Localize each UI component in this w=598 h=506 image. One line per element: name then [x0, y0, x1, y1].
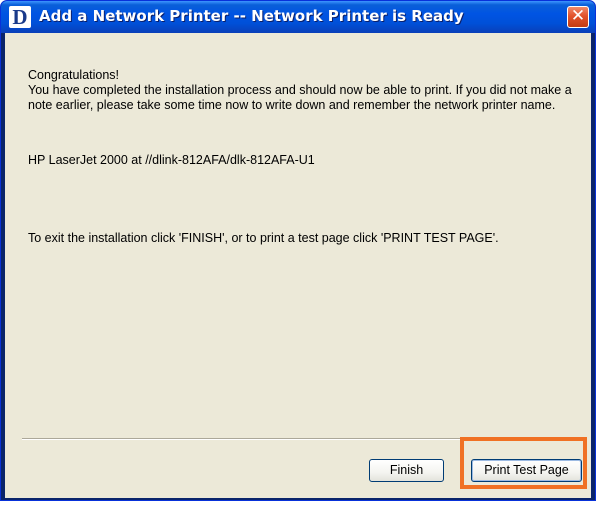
- title-bar[interactable]: D Add a Network Printer -- Network Print…: [1, 1, 595, 33]
- close-button[interactable]: ✕: [567, 6, 589, 28]
- dialog-body: Congratulations! You have completed the …: [5, 33, 591, 498]
- instructions-text: To exit the installation click 'FINISH',…: [28, 231, 499, 245]
- dlink-logo-icon: D: [9, 6, 31, 28]
- separator-line: [22, 438, 587, 440]
- dialog-window: D Add a Network Printer -- Network Print…: [0, 0, 596, 501]
- finish-button[interactable]: Finish: [369, 459, 444, 482]
- printer-name-text: HP LaserJet 2000 at //dlink-812AFA/dlk-8…: [28, 153, 315, 167]
- window-title: Add a Network Printer -- Network Printer…: [39, 7, 464, 25]
- congratulations-message: Congratulations! You have completed the …: [28, 68, 572, 112]
- print-test-page-button[interactable]: Print Test Page: [471, 459, 582, 482]
